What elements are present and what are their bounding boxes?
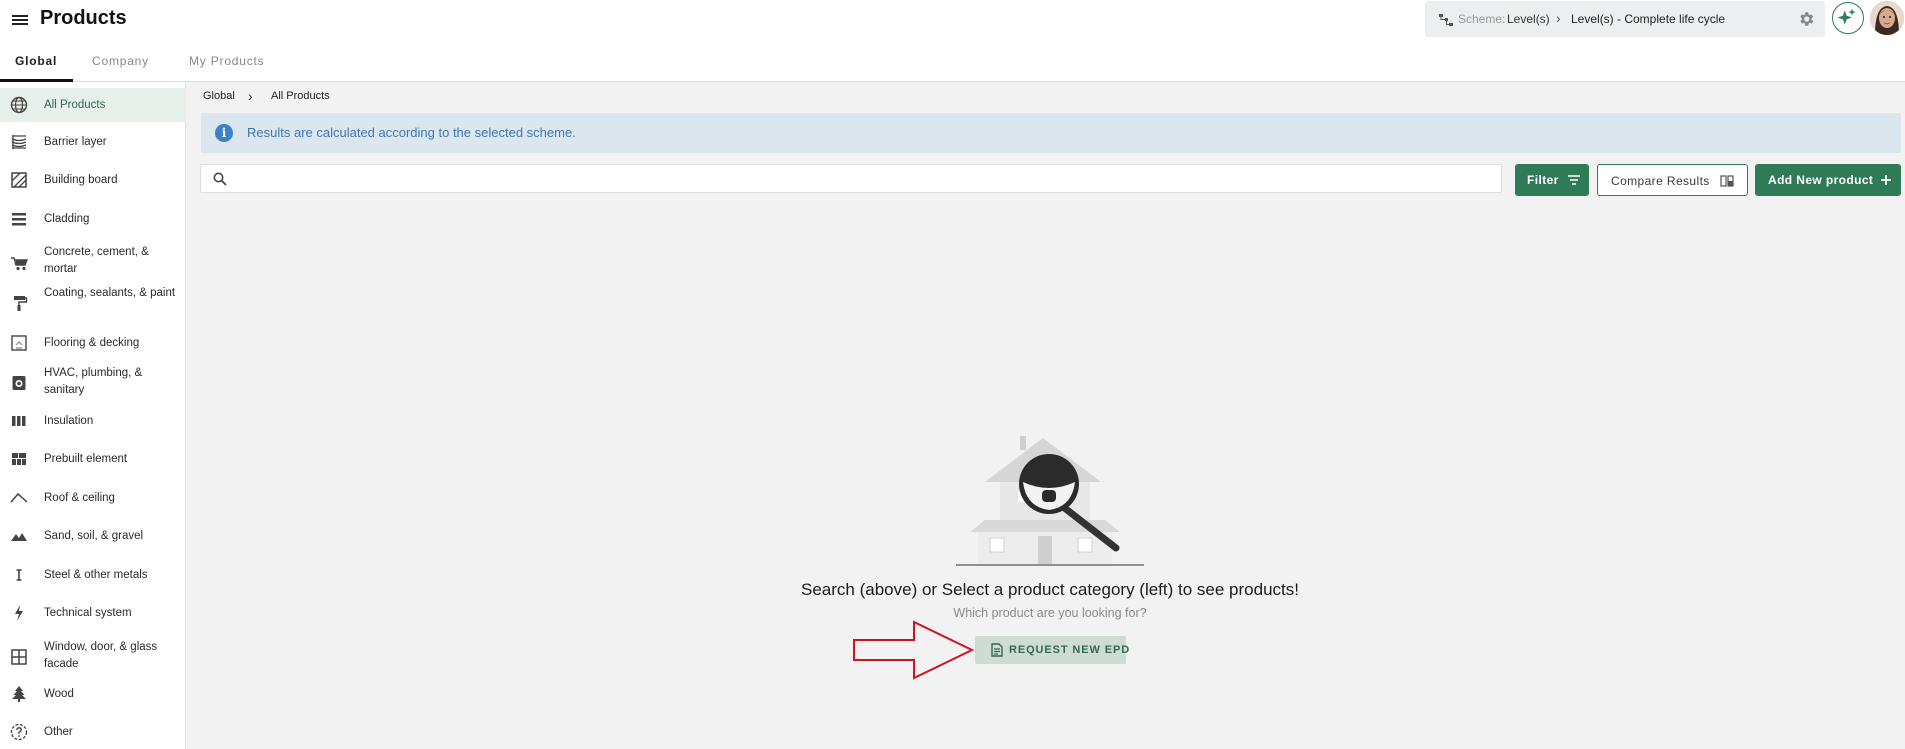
wheelbarrow-icon	[11, 257, 28, 271]
request-new-epd-button[interactable]: REQUEST NEW EPD	[975, 636, 1129, 664]
sidebar-item-label: HVAC, plumbing, & sanitary	[44, 367, 143, 396]
hvac-icon	[12, 376, 26, 390]
add-button-label: Add New product	[1768, 173, 1874, 187]
breadcrumb-root[interactable]: Global	[203, 90, 235, 102]
search-input[interactable]	[237, 169, 1487, 189]
sidebar-item-label: Sand, soil, & gravel	[44, 530, 144, 542]
plus-icon	[1881, 175, 1891, 185]
scheme-label: Scheme:	[1458, 12, 1506, 26]
sidebar-item-label: Wood	[44, 688, 74, 700]
filter-button-label: Filter	[1527, 173, 1559, 187]
sidebar-item-building-board[interactable]: Building board	[0, 165, 186, 195]
sidebar-item-sand[interactable]: Sand, soil, & gravel	[0, 521, 186, 551]
flooring-icon	[11, 335, 27, 351]
question-icon	[10, 723, 28, 741]
sidebar-item-label: Insulation	[44, 415, 94, 427]
sidebar-item-coating[interactable]: Coating, sealants, & paint	[0, 283, 186, 321]
add-new-product-button[interactable]: Add New product	[1755, 164, 1901, 196]
sidebar-item-label: Window, door, & glass facade	[44, 641, 158, 670]
scheme-cycle: Level(s) - Complete life cycle	[1571, 12, 1726, 26]
paint-roller-icon	[14, 296, 28, 311]
request-button-label: REQUEST NEW EPD	[1009, 644, 1131, 656]
prebuilt-element-icon	[12, 453, 26, 465]
breadcrumb-current: All Products	[271, 90, 330, 102]
sidebar-item-label: Flooring & decking	[44, 337, 140, 349]
compare-button-label: Compare Results	[1611, 174, 1710, 188]
sidebar-item-label: Prebuilt element	[44, 453, 128, 465]
product-tabs: Global Company My Products	[0, 40, 1905, 82]
avatar[interactable]	[1870, 1, 1904, 35]
hamburger-menu-icon[interactable]	[8, 8, 32, 32]
search-field[interactable]	[200, 164, 1502, 193]
chevron-right-icon: ›	[248, 88, 253, 104]
annotation-arrow	[853, 620, 975, 680]
sidebar-item-cladding[interactable]: Cladding	[0, 204, 186, 234]
tab-global[interactable]: Global	[15, 54, 57, 68]
compare-results-button[interactable]: Compare Results	[1597, 164, 1748, 196]
cladding-icon	[12, 213, 26, 226]
empty-state-subtitle: Which product are you looking for?	[953, 606, 1147, 620]
sidebar-item-hvac[interactable]: HVAC, plumbing, & sanitary	[0, 362, 186, 402]
scheme-tree-icon	[1439, 14, 1453, 26]
house-magnifier-illustration	[956, 436, 1144, 566]
building-board-icon	[11, 172, 27, 188]
globe-icon	[10, 96, 28, 114]
scheme-level: Level(s)	[1507, 12, 1550, 26]
filter-icon	[1568, 175, 1580, 185]
scheme-selector[interactable]: Scheme: Level(s) › Level(s) - Complete l…	[1425, 1, 1825, 37]
page-title: Products	[40, 7, 127, 29]
filter-button[interactable]: Filter	[1515, 164, 1589, 196]
sparkle-icon	[1837, 8, 1856, 25]
sidebar-item-label: Coating, sealants, & paint	[44, 287, 176, 299]
chevron-right-icon: ›	[1556, 10, 1561, 26]
sidebar-item-insulation[interactable]: Insulation	[0, 406, 186, 436]
sidebar-item-barrier-layer[interactable]: Barrier layer	[0, 127, 186, 157]
window-icon	[11, 649, 27, 665]
info-icon: i	[215, 124, 233, 142]
gear-icon[interactable]	[1797, 10, 1815, 28]
category-sidebar: All Products Barrier layer Building boar…	[0, 82, 186, 749]
insulation-icon	[12, 416, 26, 426]
sidebar-item-flooring[interactable]: Flooring & decking	[0, 328, 186, 358]
sidebar-item-window[interactable]: Window, door, & glass facade	[0, 636, 186, 676]
info-banner-text: Results are calculated according to the …	[247, 125, 576, 140]
sidebar-item-label: Roof & ceiling	[44, 492, 115, 504]
sidebar-item-concrete[interactable]: Concrete, cement, & mortar	[0, 242, 186, 280]
sidebar-item-prebuilt[interactable]: Prebuilt element	[0, 444, 186, 474]
tab-company[interactable]: Company	[92, 54, 149, 68]
sidebar-item-label: Concrete, cement, & mortar	[44, 246, 149, 275]
sidebar-item-label: Cladding	[44, 213, 90, 225]
ai-assistant-button[interactable]	[1832, 2, 1864, 34]
top-bar: Products Scheme: Level(s) › Level(s) - C…	[0, 0, 1905, 40]
sidebar-item-all-products[interactable]: All Products	[0, 88, 186, 122]
sidebar-item-label: Other	[44, 726, 73, 738]
document-icon	[991, 643, 1003, 657]
empty-state-title: Search (above) or Select a product categ…	[801, 580, 1299, 599]
sidebar-item-other[interactable]: Other	[0, 717, 186, 747]
sidebar-item-label: Barrier layer	[44, 136, 107, 148]
compare-icon	[1720, 175, 1734, 187]
tree-icon	[12, 686, 26, 702]
sidebar-item-wood[interactable]: Wood	[0, 679, 186, 709]
sidebar-item-roof[interactable]: Roof & ceiling	[0, 483, 186, 513]
search-icon	[213, 172, 227, 186]
barrier-layer-icon	[11, 135, 27, 149]
tab-my-products[interactable]: My Products	[189, 54, 265, 68]
info-banner: i Results are calculated according to th…	[201, 113, 1901, 153]
roof-icon	[10, 492, 28, 503]
sidebar-item-label: All Products	[44, 99, 106, 111]
sidebar-item-label: Building board	[44, 174, 118, 186]
terrain-icon	[11, 533, 27, 541]
